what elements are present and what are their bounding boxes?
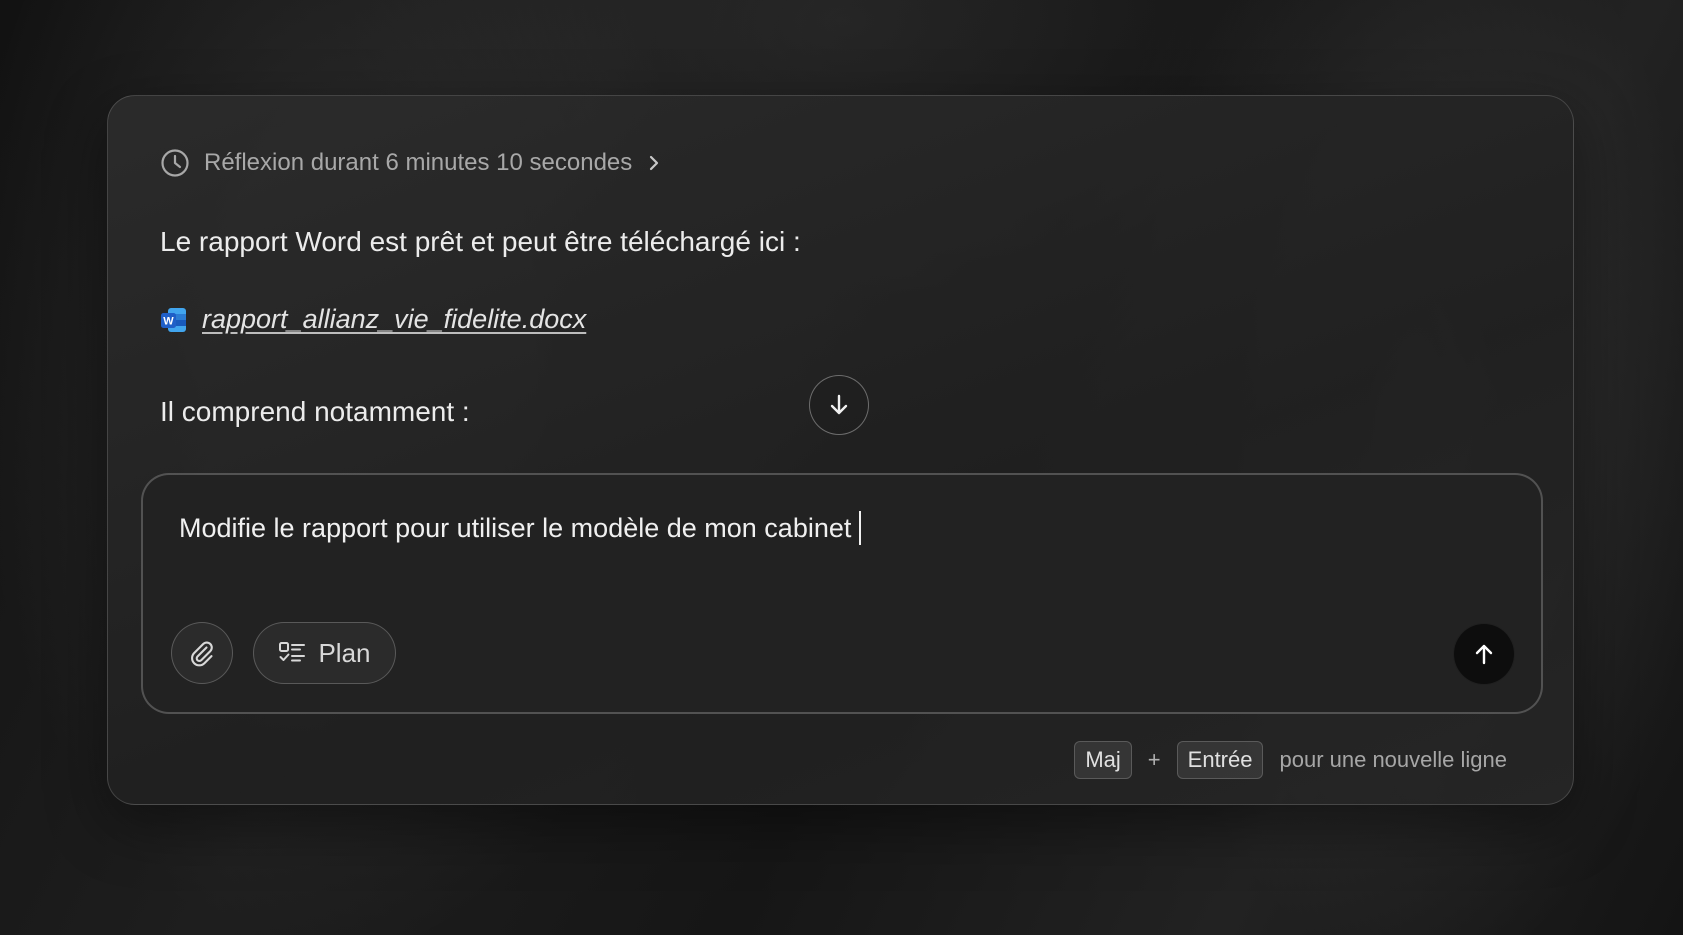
arrow-down-icon xyxy=(830,394,848,415)
clock-icon xyxy=(161,149,189,177)
key-shift: Maj xyxy=(1074,741,1132,779)
chat-panel: Réflexion durant 6 minutes 10 secondes L… xyxy=(107,95,1574,805)
send-button[interactable] xyxy=(1453,623,1515,685)
hint-text: pour une nouvelle ligne xyxy=(1279,747,1507,772)
text-caret xyxy=(859,511,862,545)
file-name-link[interactable]: rapport_allianz_vie_fidelite.docx xyxy=(202,304,586,335)
composer-input[interactable]: Modifie le rapport pour utiliser le modè… xyxy=(179,511,862,545)
word-doc-icon: W xyxy=(160,306,188,334)
chevron-right-icon xyxy=(650,155,659,171)
key-plus: + xyxy=(1147,747,1161,772)
file-attachment-link[interactable]: W rapport_allianz_vie_fidelite.docx xyxy=(160,304,586,335)
message-composer[interactable]: Modifie le rapport pour utiliser le modè… xyxy=(141,473,1543,714)
attach-file-button[interactable] xyxy=(171,622,233,684)
thinking-summary-toggle[interactable]: Réflexion durant 6 minutes 10 secondes xyxy=(160,148,662,178)
plan-label: Plan xyxy=(318,637,371,668)
scroll-to-bottom-button[interactable] xyxy=(809,375,869,435)
arrow-up-icon xyxy=(1475,644,1493,665)
thinking-label: Réflexion durant 6 minutes 10 secondes xyxy=(204,149,633,176)
plan-mode-button[interactable]: Plan xyxy=(253,622,396,684)
checklist-icon xyxy=(279,642,306,662)
paperclip-icon xyxy=(191,641,213,667)
assistant-message-intro: Le rapport Word est prêt et peut être té… xyxy=(160,226,801,257)
assistant-message-details: Il comprend notamment : xyxy=(160,396,470,427)
svg-text:W: W xyxy=(163,315,174,327)
key-enter: Entrée xyxy=(1176,741,1264,779)
composer-input-value: Modifie le rapport pour utiliser le modè… xyxy=(179,512,852,543)
newline-shortcut-hint: Maj + Entrée pour une nouvelle ligne xyxy=(1074,741,1507,779)
